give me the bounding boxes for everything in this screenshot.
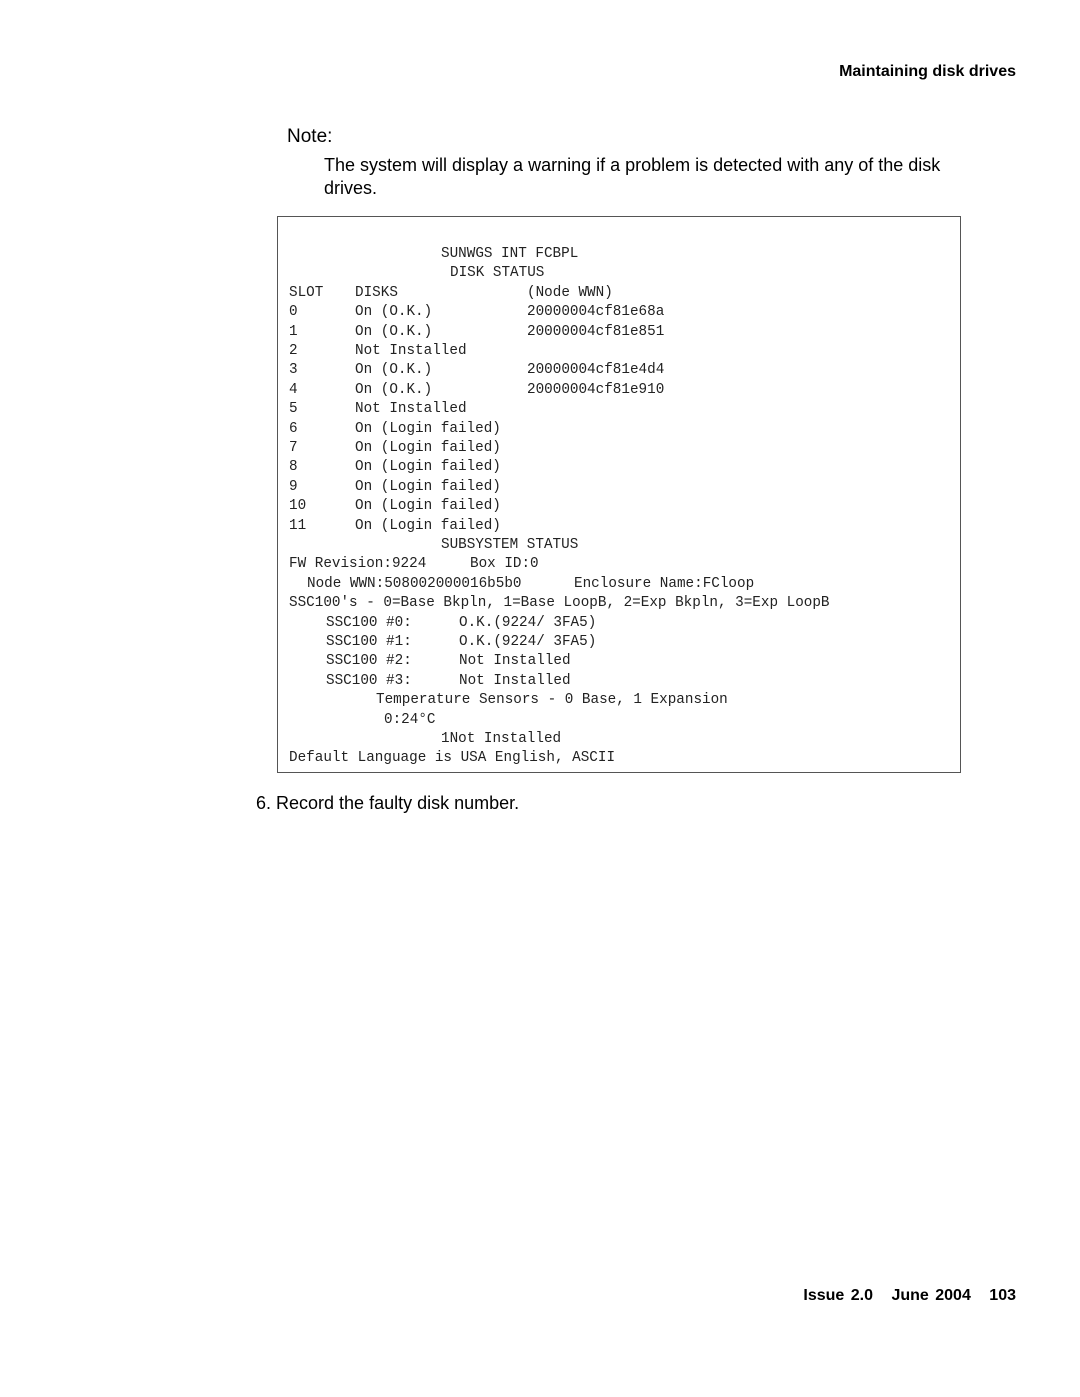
node-wwn: Node WWN:508002000016b5b0 xyxy=(307,575,522,592)
note-text: The system will display a warning if a p… xyxy=(324,155,941,198)
subsystem-status-heading: SUBSYSTEM STATUS xyxy=(441,537,579,553)
disk-row-slot: 5 xyxy=(289,401,298,418)
column-header-wwn: (Node WWN) xyxy=(527,284,613,301)
disk-row-status: Not Installed xyxy=(355,343,467,359)
enclosure-name: Enclosure Name:FCloop xyxy=(574,575,755,592)
box-id: Box ID:0 xyxy=(470,556,539,573)
step-6-text: 6. Record the faulty disk number. xyxy=(256,793,520,813)
disk-row-wwn: 20000004cf81e4d4 xyxy=(527,362,665,379)
ssc-status: O.K.(9224/ 3FA5) xyxy=(459,634,597,650)
disk-row-slot: 3 xyxy=(289,362,298,379)
footer-page-number: 103 xyxy=(989,1287,1016,1304)
temperature-heading: Temperature Sensors - 0 Base, 1 Expansio… xyxy=(376,692,728,709)
temperature-sensor-1: 1Not Installed xyxy=(441,731,562,747)
disk-row-status: On (O.K.) xyxy=(355,304,433,321)
default-language: Default Language is USA English, ASCII xyxy=(289,750,616,767)
disk-row-slot: 9 xyxy=(289,478,298,495)
column-header-disks: DISKS xyxy=(355,284,398,301)
disk-row-wwn: 20000004cf81e68a xyxy=(527,304,665,321)
ssc-legend: SSC100's - 0=Base Bkpln, 1=Base LoopB, 2… xyxy=(289,595,830,612)
disk-row-status: On (O.K.) xyxy=(355,323,433,340)
note-label: Note: xyxy=(287,126,333,147)
temperature-sensor-0: 0:24°C xyxy=(384,711,436,728)
footer-date: June 2004 xyxy=(891,1287,971,1304)
ssc-status: Not Installed xyxy=(459,672,571,689)
ssc-status: Not Installed xyxy=(459,653,571,670)
ssc-label: SSC100 #1: xyxy=(326,634,412,650)
disk-row-status: On (O.K.) xyxy=(355,381,433,398)
page-footer: Issue 2.0 June 2004 103 xyxy=(803,1287,1016,1305)
disk-row-slot: 2 xyxy=(289,343,298,359)
console-title: SUNWGS INT FCBPL xyxy=(441,246,579,262)
disk-row-slot: 8 xyxy=(289,459,298,476)
disk-row-slot: 1 xyxy=(289,323,298,340)
disk-row-status: On (Login failed) xyxy=(355,440,501,456)
disk-row-slot: 6 xyxy=(289,420,298,437)
disk-row-status: On (Login failed) xyxy=(355,498,501,515)
disk-row-wwn: 20000004cf81e851 xyxy=(527,323,665,340)
disk-row-slot: 10 xyxy=(289,498,307,515)
console-output-box: SUNWGS INT FCBPL DISK STATUS SLOT DISKS (Nod… xyxy=(277,216,961,773)
disk-status-heading: DISK STATUS xyxy=(450,265,545,282)
disk-row-status: On (Login failed) xyxy=(355,478,501,495)
disk-row-wwn: 20000004cf81e910 xyxy=(527,381,665,398)
footer-issue: Issue 2.0 xyxy=(803,1287,873,1304)
ssc-status: O.K.(9224/ 3FA5) xyxy=(459,614,597,631)
disk-row-status: On (Login failed) xyxy=(355,517,501,534)
ssc-label: SSC100 #3: xyxy=(326,672,412,689)
ssc-label: SSC100 #2: xyxy=(326,653,412,670)
disk-row-status: On (Login failed) xyxy=(355,420,501,437)
disk-row-status: On (Login failed) xyxy=(355,459,501,476)
disk-row-slot: 11 xyxy=(289,517,307,534)
disk-row-status: On (O.K.) xyxy=(355,362,433,379)
disk-row-slot: 0 xyxy=(289,304,298,321)
fw-revision: FW Revision:9224 xyxy=(289,556,427,573)
disk-row-slot: 7 xyxy=(289,440,298,456)
section-header: Maintaining disk drives xyxy=(839,63,1016,80)
ssc-label: SSC100 #0: xyxy=(326,614,412,631)
disk-row-status: Not Installed xyxy=(355,401,467,418)
column-header-slot: SLOT xyxy=(289,284,324,301)
disk-row-slot: 4 xyxy=(289,381,298,398)
